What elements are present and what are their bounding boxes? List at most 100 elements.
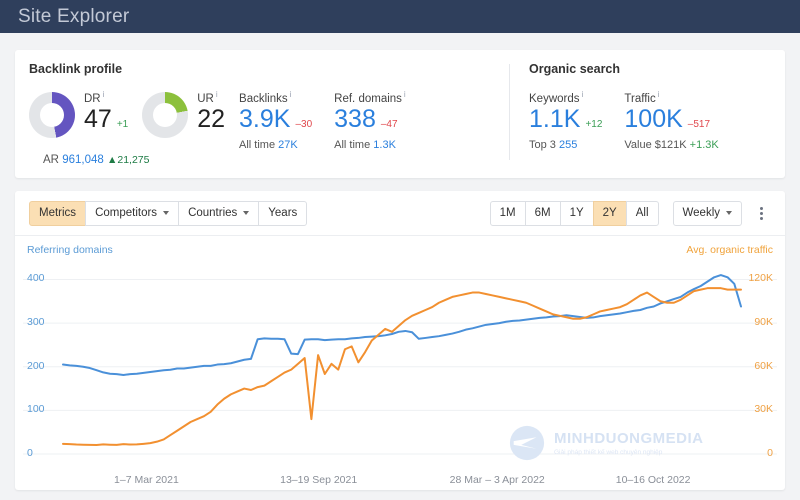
page-title: Site Explorer: [18, 5, 130, 27]
ref-domains-sub-label: All time: [334, 139, 371, 152]
y-left-tick: 100: [27, 403, 45, 416]
dr-donut-chart: [29, 92, 75, 138]
keywords-label: Keywords i: [529, 90, 602, 105]
legend-organic-traffic: Avg. organic traffic: [686, 244, 773, 256]
traffic-label: Traffic i: [624, 90, 718, 105]
info-icon[interactable]: i: [404, 90, 406, 99]
section-divider: [509, 64, 510, 160]
organic-search-title: Organic search: [529, 62, 621, 76]
chart-plot-area[interactable]: Referring domains Avg. organic traffic 4…: [15, 236, 785, 490]
y-left-tick: 0: [27, 447, 33, 459]
button-label: 6M: [534, 207, 551, 219]
ref-domains-label-text: Ref. domains: [334, 92, 402, 105]
x-axis-tick: 10–16 Oct 2022: [615, 474, 691, 486]
keywords-value[interactable]: 1.1K: [529, 106, 580, 133]
date-range-buttons[interactable]: 1M 6M 1Y 2Y All: [489, 200, 659, 226]
ref-domains-sub-value[interactable]: 1.3K: [373, 139, 396, 151]
y-right-tick: 90K: [754, 316, 773, 329]
y-right-tick: 60K: [754, 359, 773, 372]
x-axis-tick: 13–19 Sep 2021: [280, 474, 358, 486]
ar-row: AR 961,048 ▲21,275: [43, 154, 149, 166]
button-label: Metrics: [39, 207, 77, 219]
keywords-delta: +12: [585, 118, 603, 130]
button-label: 1M: [499, 207, 516, 219]
ar-label: AR: [43, 154, 59, 166]
granularity-select[interactable]: Weekly: [672, 200, 742, 226]
ur-value: 22: [197, 104, 226, 133]
backlinks-label: Backlinks i: [239, 90, 312, 105]
chevron-down-icon: [726, 211, 732, 215]
button-6m[interactable]: 6M: [524, 200, 561, 226]
y-left-tick: 400: [27, 272, 45, 285]
button-label: Years: [268, 207, 298, 219]
info-icon[interactable]: i: [290, 90, 292, 99]
ar-value[interactable]: 961,048: [62, 154, 104, 166]
info-icon[interactable]: i: [216, 90, 218, 99]
button-1m[interactable]: 1M: [489, 200, 526, 226]
chart-svg: [23, 274, 777, 455]
chart-toolbar: Metrics Competitors Countries Years 1M 6M 1Y 2…: [15, 191, 785, 236]
dr-metric: DR i 47 +1: [29, 90, 128, 138]
button-label: All: [635, 207, 649, 219]
keywords-subtext: Top 3 255: [529, 139, 602, 151]
keywords-sub-label: Top 3: [529, 139, 556, 152]
keywords-sub-value[interactable]: 255: [559, 139, 577, 151]
dr-value: 47: [84, 104, 112, 133]
organic-search-section: Organic search Keywords i 1.1K +12 Top 3 …: [509, 62, 771, 178]
info-icon[interactable]: i: [582, 90, 584, 99]
series-line-referring-domains: [62, 274, 742, 377]
button-label: 2Y: [602, 207, 617, 219]
traffic-sub-label: Value: [624, 139, 652, 152]
info-icon[interactable]: i: [103, 90, 105, 99]
button-label: Competitors: [95, 207, 158, 219]
traffic-label-text: Traffic: [624, 92, 656, 105]
button-1y[interactable]: 1Y: [559, 200, 594, 226]
traffic-delta: –517: [687, 118, 711, 130]
traffic-value[interactable]: 100K: [624, 106, 682, 133]
y-right-tick: 120K: [748, 272, 773, 285]
backlinks-sub-value[interactable]: 27K: [278, 139, 298, 151]
granularity-label: Weekly: [682, 207, 721, 219]
button-years[interactable]: Years: [258, 200, 308, 226]
metrics-card: Backlink profile DR i 47 +1 UR i 22 Back…: [15, 50, 785, 178]
keywords-label-text: Keywords: [529, 92, 580, 105]
ur-label-text: UR: [197, 92, 214, 105]
keywords-metric: Keywords i 1.1K +12 Top 3 255: [529, 90, 602, 151]
traffic-metric: Traffic i 100K –517 Value $121K +1.3K: [624, 90, 718, 151]
info-icon[interactable]: i: [658, 90, 660, 99]
ref-domains-value[interactable]: 338: [334, 106, 376, 133]
backlinks-subtext: All time 27K: [239, 139, 312, 151]
ref-domains-label: Ref. domains i: [334, 90, 406, 105]
legend-referring-domains: Referring domains: [27, 244, 113, 256]
chevron-down-icon: [243, 211, 250, 215]
button-competitors[interactable]: Competitors: [85, 200, 180, 226]
traffic-sub-value: $121K: [654, 139, 687, 152]
ur-donut-chart: [142, 92, 189, 138]
chevron-down-icon: [163, 211, 170, 215]
kebab-menu-icon[interactable]: [751, 201, 771, 226]
view-tabs[interactable]: Metrics Competitors Countries Years: [29, 200, 308, 226]
ref-domains-subtext: All time 1.3K: [334, 139, 406, 151]
button-countries[interactable]: Countries: [178, 200, 260, 226]
chart-card: Metrics Competitors Countries Years 1M 6M 1Y 2…: [15, 191, 785, 490]
button-metrics[interactable]: Metrics: [29, 200, 87, 226]
ar-delta: ▲21,275: [106, 154, 150, 166]
button-2y[interactable]: 2Y: [592, 200, 627, 226]
ur-metric: UR i 22: [142, 90, 225, 138]
dr-label: DR i: [84, 90, 128, 105]
button-all[interactable]: All: [625, 200, 659, 226]
traffic-subtext: Value $121K +1.3K: [624, 139, 718, 151]
x-axis-tick: 1–7 Mar 2021: [114, 474, 179, 486]
backlinks-sub-label: All time: [239, 139, 276, 152]
y-left-tick: 300: [27, 316, 45, 329]
backlinks-value[interactable]: 3.9K: [239, 106, 290, 133]
y-right-tick: 30K: [754, 403, 773, 416]
button-label: Countries: [188, 207, 238, 219]
backlink-profile-section: Backlink profile DR i 47 +1 UR i 22 Back…: [29, 62, 509, 178]
traffic-sub-delta: +1.3K: [689, 139, 719, 152]
backlinks-metric: Backlinks i 3.9K –30 All time 27K: [239, 90, 312, 151]
dr-delta: +1: [116, 118, 129, 130]
app-header: Site Explorer: [0, 0, 800, 33]
ref-domains-metric: Ref. domains i 338 –47 All time 1.3K: [334, 90, 406, 151]
backlink-profile-title: Backlink profile: [29, 62, 123, 76]
